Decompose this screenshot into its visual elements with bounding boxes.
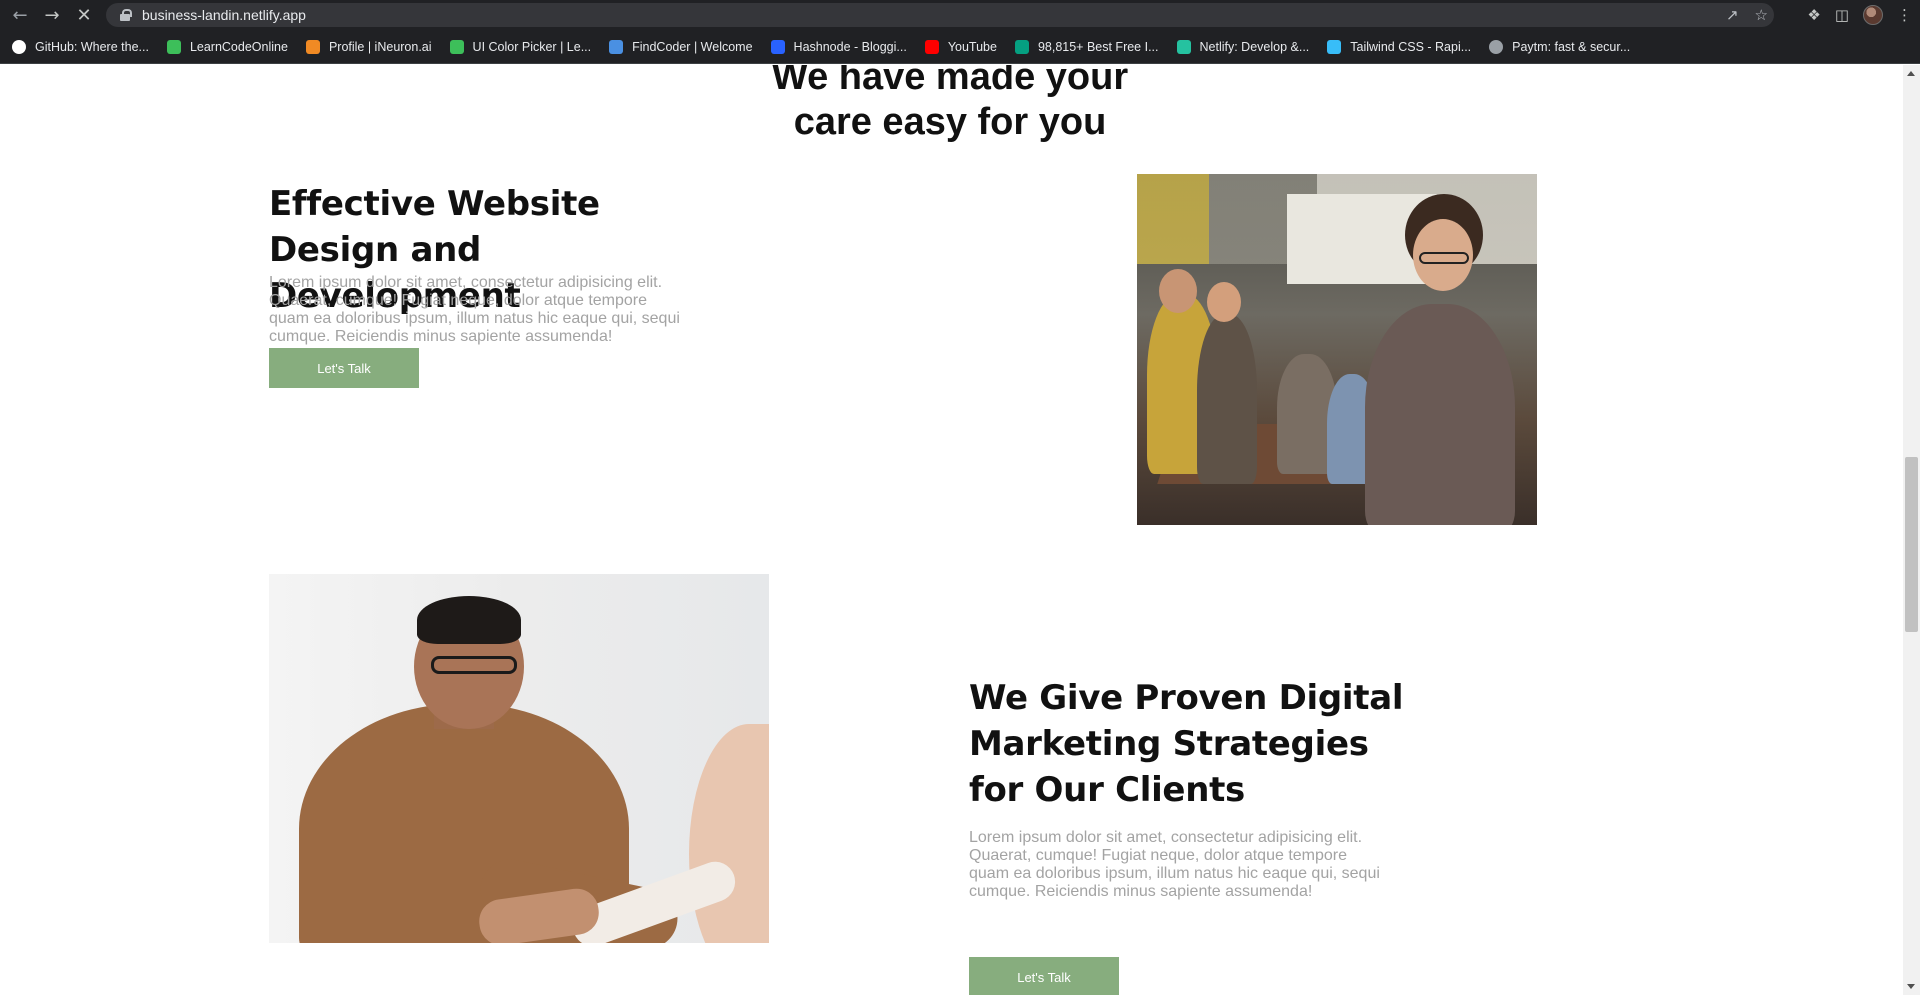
bookmark-item[interactable]: GitHub: Where the... xyxy=(12,39,149,54)
bookmark-label: Paytm: fast & secur... xyxy=(1512,39,1631,54)
bookmark-item[interactable]: Tailwind CSS - Rapi... xyxy=(1327,39,1472,54)
lock-icon xyxy=(120,9,132,21)
netlify-icon xyxy=(1176,39,1191,54)
bookmark-item[interactable]: Paytm: fast & secur... xyxy=(1489,39,1631,54)
bookmark-item[interactable]: Profile | iNeuron.ai xyxy=(305,39,432,54)
handshake-photo xyxy=(269,574,769,943)
hashnode-icon xyxy=(770,39,785,54)
bookmark-label: Tailwind CSS - Rapi... xyxy=(1350,39,1472,54)
scrollbar-thumb[interactable] xyxy=(1905,457,1918,632)
code-icon xyxy=(609,39,624,54)
menu-kebab-icon[interactable]: ⋮ xyxy=(1897,6,1912,24)
bookmarks-bar: GitHub: Where the... LearnCodeOnline Profi… xyxy=(0,30,1920,64)
back-arrow-icon[interactable]: ← xyxy=(8,3,32,27)
address-bar[interactable]: business-landin.netlify.app ↗ ☆ xyxy=(106,3,1774,27)
section-title: We have made your care easy for you xyxy=(771,65,1129,143)
ineuron-icon xyxy=(305,39,320,54)
scroll-up-arrow-icon[interactable] xyxy=(1907,71,1915,76)
learncodeonline-icon xyxy=(166,39,181,54)
url-text: business-landin.netlify.app xyxy=(142,7,306,23)
bookmark-label: UI Color Picker | Le... xyxy=(472,39,592,54)
side-panel-icon[interactable]: ◫ xyxy=(1835,6,1849,24)
feature-text-design: Lorem ipsum dolor sit amet, consectetur … xyxy=(269,274,680,345)
bookmark-item[interactable]: YouTube xyxy=(924,39,997,54)
lets-talk-button[interactable]: Let's Talk xyxy=(269,348,419,388)
share-icon[interactable]: ↗ xyxy=(1726,6,1739,24)
profile-avatar[interactable] xyxy=(1863,5,1883,25)
bookmark-label: GitHub: Where the... xyxy=(35,39,149,54)
bookmark-label: LearnCodeOnline xyxy=(189,39,288,54)
bookmark-label: 98,815+ Best Free I... xyxy=(1037,39,1159,54)
feature-heading-marketing: We Give Proven Digital Marketing Strateg… xyxy=(969,678,1404,810)
bookmark-label: FindCoder | Welcome xyxy=(632,39,753,54)
pexels-icon xyxy=(1014,39,1029,54)
vertical-scrollbar[interactable] xyxy=(1903,65,1920,995)
team-office-photo xyxy=(1137,174,1537,525)
bookmark-star-icon[interactable]: ☆ xyxy=(1755,6,1768,24)
bookmark-item[interactable]: Netlify: Develop &... xyxy=(1176,39,1310,54)
bookmark-label: YouTube xyxy=(947,39,997,54)
browser-toolbar: ← → ✕ business-landin.netlify.app ↗ ☆ ❖ … xyxy=(0,0,1920,30)
forward-arrow-icon[interactable]: → xyxy=(40,3,64,27)
learncodeonline-icon xyxy=(449,39,464,54)
stop-loading-icon[interactable]: ✕ xyxy=(72,3,96,27)
bookmark-label: Hashnode - Bloggi... xyxy=(793,39,907,54)
bookmark-item[interactable]: 98,815+ Best Free I... xyxy=(1014,39,1159,54)
lets-talk-button-2[interactable]: Let's Talk xyxy=(969,957,1119,995)
page-viewport: We have made your care easy for you Effe… xyxy=(0,65,1903,995)
bookmark-label: Netlify: Develop &... xyxy=(1199,39,1310,54)
bookmark-label: Profile | iNeuron.ai xyxy=(328,39,432,54)
extensions-puzzle-icon[interactable]: ❖ xyxy=(1807,6,1820,24)
youtube-icon xyxy=(924,39,939,54)
bookmark-item[interactable]: FindCoder | Welcome xyxy=(609,39,753,54)
bookmark-item[interactable]: UI Color Picker | Le... xyxy=(449,39,592,54)
bookmark-item[interactable]: Hashnode - Bloggi... xyxy=(770,39,907,54)
github-icon xyxy=(12,39,26,54)
bookmark-item[interactable]: LearnCodeOnline xyxy=(166,39,288,54)
feature-text-marketing: Lorem ipsum dolor sit amet, consectetur … xyxy=(969,829,1380,900)
globe-icon xyxy=(1489,39,1504,54)
tailwind-icon xyxy=(1327,39,1342,54)
scroll-down-arrow-icon[interactable] xyxy=(1907,984,1915,989)
